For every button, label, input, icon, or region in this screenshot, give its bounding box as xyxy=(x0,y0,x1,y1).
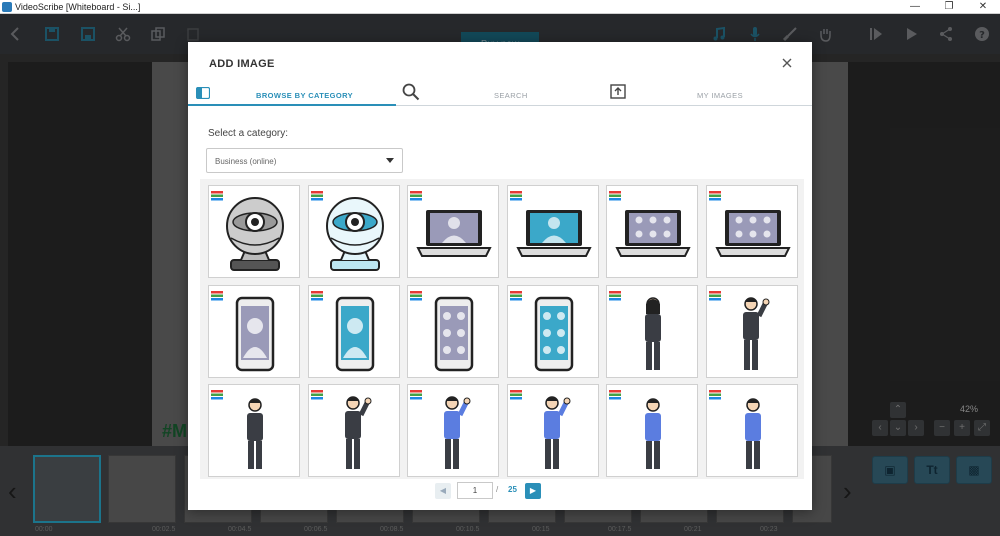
image-tile[interactable] xyxy=(208,284,300,378)
phone-call-group-icon xyxy=(516,294,592,374)
prev-page-icon[interactable]: ◀ xyxy=(435,483,451,499)
man-waving-icon xyxy=(416,393,492,473)
image-tile[interactable] xyxy=(705,284,798,378)
dropdown-caret-icon xyxy=(386,158,394,163)
image-tile[interactable] xyxy=(407,185,499,278)
page-total: 25 xyxy=(508,485,517,494)
color-image-badge-icon xyxy=(310,288,323,300)
tab-label: BROWSE BY CATEGORY xyxy=(256,91,354,100)
color-image-badge-icon xyxy=(509,387,522,400)
search-icon xyxy=(402,83,420,101)
image-tile[interactable] xyxy=(506,384,599,477)
color-image-badge-icon xyxy=(609,288,621,300)
category-label: Select a category: xyxy=(208,128,289,139)
color-image-badge-icon xyxy=(708,188,721,201)
color-image-badge-icon xyxy=(410,188,422,201)
category-select[interactable]: Business (online) xyxy=(206,148,403,173)
close-dialog-icon[interactable] xyxy=(780,56,794,70)
upload-icon xyxy=(610,84,626,99)
webcam-icon xyxy=(317,194,393,274)
man-waving-icon xyxy=(317,393,393,473)
man-standing-icon xyxy=(715,393,791,473)
category-selected-value: Business (online) xyxy=(215,157,277,166)
color-image-badge-icon xyxy=(211,387,223,400)
tab-label: SEARCH xyxy=(494,91,528,100)
dialog-tabs: BROWSE BY CATEGORY SEARCH MY IMAGES xyxy=(188,82,812,106)
laptop-call-group-icon xyxy=(615,194,691,274)
image-tile[interactable] xyxy=(705,384,798,477)
color-image-badge-icon xyxy=(410,288,422,300)
image-tile[interactable] xyxy=(506,284,599,378)
tab-my-images[interactable]: MY IMAGES xyxy=(604,82,812,106)
phone-call-single-icon xyxy=(317,294,393,374)
man-standing-icon xyxy=(615,393,691,473)
phone-call-group-icon xyxy=(416,294,492,374)
pagination: ◀ 1 / 25 ▶ xyxy=(188,482,812,502)
laptop-call-single-icon xyxy=(515,194,592,274)
tab-search[interactable]: SEARCH xyxy=(396,82,604,106)
color-image-badge-icon xyxy=(211,188,223,201)
tab-label: MY IMAGES xyxy=(697,91,743,100)
minimize-icon[interactable]: — xyxy=(898,0,932,14)
image-tile[interactable] xyxy=(307,384,400,477)
image-tile[interactable] xyxy=(705,185,798,278)
dialog-title: ADD IMAGE xyxy=(209,58,275,70)
sidebar-panel-icon xyxy=(196,87,210,99)
image-tile[interactable] xyxy=(407,284,499,378)
color-image-badge-icon xyxy=(708,288,721,300)
image-tile[interactable] xyxy=(606,384,698,477)
image-tile[interactable] xyxy=(208,384,300,477)
image-grid xyxy=(200,179,804,479)
image-tile[interactable] xyxy=(606,185,698,278)
woman-standing-icon xyxy=(615,294,691,374)
videoscribe-app-icon xyxy=(2,1,12,12)
color-image-badge-icon xyxy=(509,288,522,300)
color-image-badge-icon xyxy=(609,188,621,201)
color-image-badge-icon xyxy=(509,188,522,201)
image-tile[interactable] xyxy=(407,384,499,477)
window-controls: — ❐ ✕ xyxy=(898,0,1000,14)
next-page-icon[interactable]: ▶ xyxy=(525,483,541,499)
tab-browse-by-category[interactable]: BROWSE BY CATEGORY xyxy=(188,82,396,106)
window-title: VideoScribe [Whiteboard - Si...] xyxy=(15,1,141,12)
image-tile[interactable] xyxy=(307,284,400,378)
image-tile[interactable] xyxy=(506,185,599,278)
close-window-icon[interactable]: ✕ xyxy=(966,0,1000,14)
color-image-badge-icon xyxy=(310,188,323,201)
color-image-badge-icon xyxy=(609,387,621,400)
man-standing-icon xyxy=(217,393,293,473)
image-tile[interactable] xyxy=(208,185,300,278)
page-separator: / xyxy=(496,485,499,494)
add-image-dialog: ADD IMAGE BROWSE BY CATEGORY SEARCH MY I… xyxy=(188,42,812,510)
page-number-input[interactable]: 1 xyxy=(457,482,493,499)
laptop-call-group-icon xyxy=(714,194,791,274)
color-image-badge-icon xyxy=(211,288,223,300)
webcam-icon xyxy=(217,194,293,274)
color-image-badge-icon xyxy=(310,387,323,400)
man-waving-icon xyxy=(516,393,592,473)
phone-call-single-icon xyxy=(217,294,293,374)
man-waving-icon xyxy=(715,294,791,374)
color-image-badge-icon xyxy=(708,387,721,400)
maximize-icon[interactable]: ❐ xyxy=(932,0,966,14)
laptop-call-single-icon xyxy=(416,194,492,274)
window-titlebar: VideoScribe [Whiteboard - Si...] — ❐ ✕ xyxy=(0,0,1000,14)
image-tile[interactable] xyxy=(307,185,400,278)
image-tile[interactable] xyxy=(606,284,698,378)
color-image-badge-icon xyxy=(410,387,422,400)
